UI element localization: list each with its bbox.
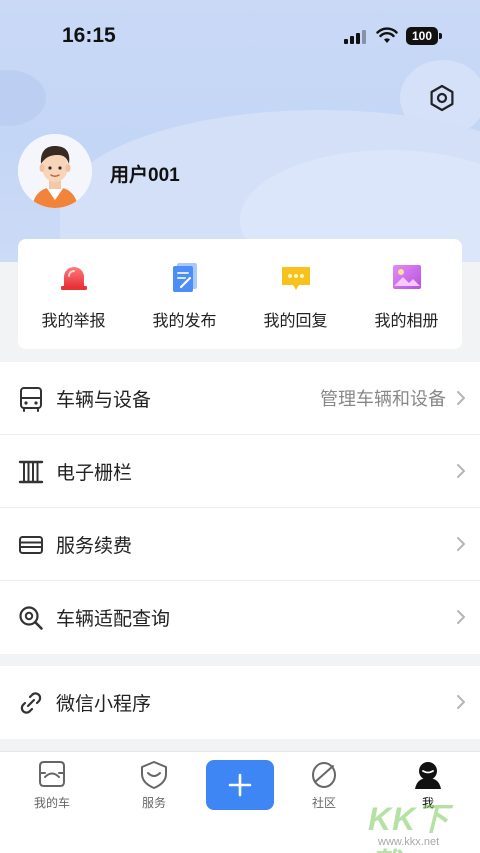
car-icon [39,761,65,787]
me-icon [415,762,441,789]
menu-item-hint: 管理车辆和设备 [320,389,446,409]
quick-action-label: 我的发布 [152,313,217,330]
community-icon [312,762,336,788]
menu-item-label: 车辆与设备 [56,389,152,411]
tab-label: 服务 [141,796,166,810]
tab-label: 社区 [311,796,336,810]
avatar[interactable] [18,134,92,208]
wifi-icon [376,27,398,43]
chevron-right-icon [457,695,465,709]
chevron-right-icon [457,391,465,405]
menu-item-label: 电子栅栏 [56,462,133,484]
tab-community[interactable]: 社区 [284,760,364,811]
menu-item-service-renewal[interactable]: 服务续费 [0,508,480,581]
menu-group-secondary: 微信小程序 [0,666,480,739]
menu-item-vehicles-devices[interactable]: 车辆与设备 管理车辆和设备 [0,362,480,435]
quick-action-reply[interactable]: 我的回复 [240,239,351,349]
quick-action-publish[interactable]: 我的发布 [129,239,240,349]
quick-action-album[interactable]: 我的相册 [351,239,462,349]
settings-button[interactable] [420,76,464,120]
search-icon [19,606,43,630]
menu-item-vehicle-compat[interactable]: 车辆适配查询 [0,581,480,654]
menu-item-wechat-miniprogram[interactable]: 微信小程序 [0,666,480,739]
chevron-right-icon [457,464,465,478]
album-icon [392,265,421,289]
plus-icon [228,773,252,797]
avatar-illustration [18,134,92,208]
service-icon [141,761,167,789]
menu-item-label: 车辆适配查询 [56,609,171,630]
decorative-blob [0,70,46,126]
quick-action-label: 我的举报 [41,313,106,330]
tab-my-car[interactable]: 我的车 [12,760,92,811]
tab-service[interactable]: 服务 [114,760,194,811]
quick-action-report[interactable]: 我的举报 [18,239,129,349]
add-button[interactable] [206,760,274,810]
reply-icon [281,267,310,290]
status-time: 16:15 [62,24,116,47]
menu-group-main: 车辆与设备 管理车辆和设备 电子栅栏 服务续费 车辆适配查询 [0,362,480,654]
watermark-url: www.kkx.net [378,836,440,848]
report-icon [60,267,87,290]
card-icon [19,536,43,554]
menu-item-geofence[interactable]: 电子栅栏 [0,435,480,508]
battery-icon: 100 [406,27,442,45]
publish-icon [172,263,197,292]
quick-action-label: 我的回复 [263,313,328,330]
cellular-signal-icon [344,30,366,44]
vehicle-icon [20,387,42,412]
chevron-right-icon [457,610,465,624]
quick-actions-card: 我的举报 我的发布 我的回复 我的相册 [18,239,462,349]
link-icon [20,692,42,714]
settings-hex-icon [430,84,454,112]
tab-label: 我的车 [33,796,70,810]
chevron-right-icon [457,537,465,551]
username[interactable]: 用户001 [110,160,180,187]
quick-action-label: 我的相册 [374,313,439,330]
fence-icon [18,460,44,484]
status-bar: 16:15 100 [0,0,480,70]
menu-item-label: 微信小程序 [56,694,152,715]
menu-item-label: 服务续费 [56,535,133,557]
